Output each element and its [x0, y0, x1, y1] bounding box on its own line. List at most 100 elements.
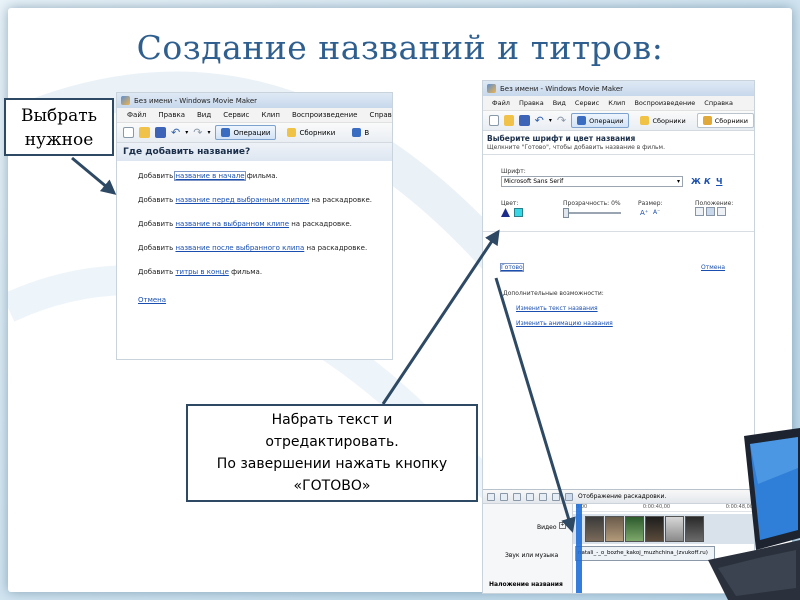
menu-view[interactable]: Вид [553, 99, 566, 107]
bold-button[interactable]: Ж [691, 177, 701, 186]
edit-title-animation-link[interactable]: Изменить анимацию названия [516, 320, 613, 327]
track-label-title-overlay: Наложение названия [489, 581, 563, 588]
track-labels: Видео + Звук или музыка Наложение назван… [483, 504, 573, 593]
video-clip-thumbnail[interactable] [605, 516, 624, 542]
transparency-label: Прозрачность: 0% [563, 200, 621, 207]
menu-help[interactable]: Справ [369, 111, 391, 119]
menu-bar: Файл Правка Вид Сервис Клип Воспроизведе… [117, 108, 392, 123]
slide-title: Создание названий и титров: [136, 28, 664, 67]
chevron-down-icon[interactable]: ▾ [207, 129, 210, 136]
background-color-swatch[interactable] [514, 208, 523, 217]
timeline-tool-icon[interactable] [487, 492, 495, 501]
window-title: Без имени - Windows Movie Maker [134, 96, 258, 105]
rewind-icon[interactable] [539, 492, 547, 501]
window-titlebar: Без имени - Windows Movie Maker [117, 93, 392, 108]
divider [483, 231, 754, 232]
color-label: Цвет: [501, 200, 519, 207]
decrease-size-icon[interactable]: A⁻ [653, 209, 660, 216]
menu-play[interactable]: Воспроизведение [634, 99, 695, 107]
transparency-value: 0% [611, 200, 621, 207]
collections-button[interactable]: Сборники [281, 125, 341, 140]
menu-file[interactable]: Файл [127, 111, 146, 119]
new-file-icon[interactable] [123, 127, 134, 138]
redo-icon[interactable]: ↷ [193, 126, 202, 139]
collection-select-button[interactable]: Сборники [696, 113, 754, 128]
link-title-after-clip[interactable]: название после выбранного клипа [175, 244, 304, 252]
track-label-audio: Звук или музыка [505, 552, 559, 559]
audio-clip[interactable]: natali_-_o_bozhe_kakoj_muzhchina_(zvukof… [575, 546, 715, 561]
open-folder-icon[interactable] [139, 127, 150, 138]
undo-icon[interactable]: ↶ [171, 126, 180, 139]
link-credits-at-end[interactable]: титры в конце [175, 268, 228, 276]
align-center-icon[interactable] [706, 207, 715, 216]
storyboard-icon[interactable] [565, 492, 573, 501]
video-clip-thumbnail[interactable] [645, 516, 664, 542]
video-clip-thumbnail[interactable] [665, 516, 684, 542]
callout-select-needed: Выбрать нужное [4, 98, 114, 156]
collections-button[interactable]: Сборники [634, 113, 691, 128]
save-icon[interactable] [519, 115, 530, 126]
increase-size-icon[interactable]: A⁺ [640, 209, 648, 217]
tasks-button[interactable]: Операции [215, 125, 277, 140]
tasks-icon [577, 116, 587, 125]
expand-icon[interactable]: + [559, 522, 566, 529]
menu-edit[interactable]: Правка [158, 111, 185, 119]
align-left-icon[interactable] [695, 207, 704, 216]
save-icon[interactable] [155, 127, 166, 138]
position-label: Положение: [695, 200, 734, 207]
video-clip-thumbnail[interactable] [585, 516, 604, 542]
open-folder-icon[interactable] [504, 115, 515, 126]
tasks-button[interactable]: Операции [571, 113, 630, 128]
slider-thumb[interactable] [563, 208, 569, 218]
video-clip-thumbnail[interactable] [625, 516, 644, 542]
font-select[interactable]: Microsoft Sans Serif ▾ [501, 176, 683, 187]
narrate-icon[interactable] [500, 492, 508, 501]
menu-clip[interactable]: Клип [261, 111, 280, 119]
text-color-icon[interactable] [501, 208, 510, 217]
menu-view[interactable]: Вид [197, 111, 211, 119]
edit-title-text-link[interactable]: Изменить текст названия [516, 305, 598, 312]
chevron-down-icon[interactable]: ▾ [549, 117, 552, 124]
position-buttons [695, 207, 726, 216]
transparency-slider[interactable] [563, 208, 621, 218]
storyboard-toggle[interactable]: Отображение раскадровки. [578, 493, 666, 500]
option-credits-at-end: Добавить титры в конце фильма. [138, 268, 263, 276]
italic-button[interactable]: К [704, 177, 711, 186]
video-clip-thumbnail[interactable] [685, 516, 704, 542]
zoom-out-icon[interactable] [526, 492, 534, 501]
new-file-icon[interactable] [489, 115, 500, 126]
panel-subtitle: Щелкните "Готово", чтобы добавить назван… [483, 143, 754, 155]
menu-file[interactable]: Файл [492, 99, 510, 107]
option-title-before-clip: Добавить название перед выбранным клипом… [138, 196, 372, 204]
title-location-options: Добавить название в начале фильма. Добав… [117, 161, 392, 319]
cancel-link[interactable]: Отмена [138, 296, 166, 304]
play-icon[interactable] [552, 492, 560, 501]
movie-maker-app-icon [121, 96, 130, 105]
slider-track [563, 212, 621, 214]
movie-maker-window-left: Без имени - Windows Movie Maker Файл Пра… [116, 92, 393, 360]
link-title-before-clip[interactable]: название перед выбранным клипом [175, 196, 309, 204]
done-link[interactable]: Готово [500, 263, 524, 272]
redo-icon[interactable]: ↷ [557, 114, 566, 127]
window-titlebar: Без имени - Windows Movie Maker [483, 81, 754, 96]
chevron-down-icon[interactable]: ▾ [185, 129, 188, 136]
menu-play[interactable]: Воспроизведение [292, 111, 358, 119]
playhead[interactable] [576, 504, 582, 593]
menu-help[interactable]: Справка [704, 99, 733, 107]
menu-clip[interactable]: Клип [608, 99, 625, 107]
link-title-on-clip[interactable]: название на выбранном клипе [175, 220, 289, 228]
menu-edit[interactable]: Правка [519, 99, 544, 107]
collection-select-button[interactable]: В [346, 125, 375, 140]
cancel-link[interactable]: Отмена [701, 264, 725, 271]
underline-button[interactable]: Ч [716, 177, 722, 186]
collection-icon [352, 128, 362, 137]
zoom-in-icon[interactable] [513, 492, 521, 501]
link-title-at-start[interactable]: название в начале [174, 171, 246, 181]
panel-title: Где добавить название? [117, 143, 392, 161]
undo-icon[interactable]: ↶ [535, 114, 544, 127]
chevron-down-icon: ▾ [676, 178, 680, 185]
menu-tools[interactable]: Сервис [223, 111, 249, 119]
track-label-video: Видео [537, 524, 557, 531]
align-right-icon[interactable] [717, 207, 726, 216]
menu-tools[interactable]: Сервис [575, 99, 599, 107]
